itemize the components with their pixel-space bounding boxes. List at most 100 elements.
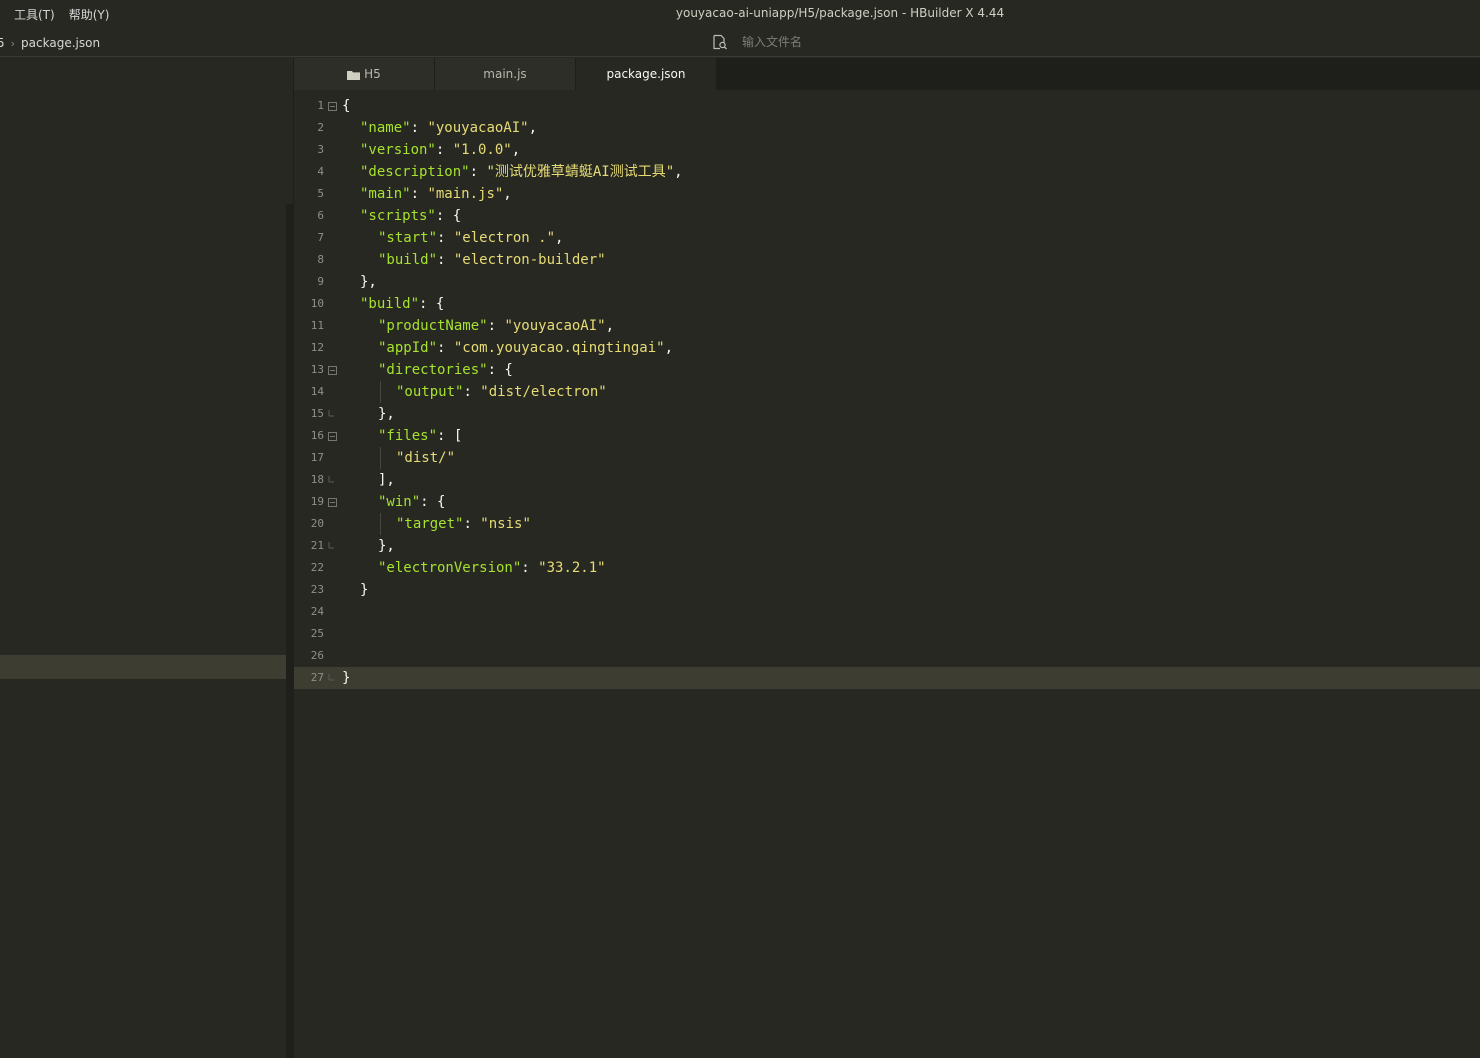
code-text: "files": [ [378, 425, 462, 447]
line-number: 16 [310, 429, 324, 442]
json-key: "win" [378, 494, 421, 510]
fold-toggle-icon[interactable] [328, 102, 337, 111]
json-punctuation: : [435, 142, 453, 158]
code-line[interactable]: 19 "win": { [294, 491, 1480, 513]
line-number: 23 [310, 583, 324, 596]
code-line[interactable]: 23} [294, 579, 1480, 601]
code-line[interactable]: 1{ [294, 95, 1480, 117]
code-text: "productName": "youyacaoAI", [378, 315, 614, 337]
code-line[interactable]: 3 "version": "1.0.0", [294, 139, 1480, 161]
json-key: "target" [396, 516, 464, 532]
code-line[interactable]: 16 "files": [ [294, 425, 1480, 447]
json-punctuation: }, [378, 406, 395, 422]
tab-h5[interactable]: H5 [294, 58, 435, 90]
line-number: 7 [317, 231, 324, 244]
code-line[interactable]: 7 "start": "electron .", [294, 227, 1480, 249]
fold-toggle-icon[interactable] [328, 366, 337, 375]
project-sidebar[interactable] [0, 58, 286, 1058]
json-punctuation: : [437, 230, 454, 246]
line-number: 18 [310, 473, 324, 486]
json-punctuation: ], [378, 472, 395, 488]
code-line[interactable]: 24 [294, 601, 1480, 623]
json-key: "start" [378, 230, 438, 246]
json-punctuation: , [511, 142, 521, 158]
json-punctuation: : [437, 340, 454, 356]
code-line[interactable]: 4 "description": "测试优雅草蜻蜓AI测试工具", [294, 161, 1480, 183]
code-text: "target": "nsis" [396, 513, 531, 535]
fold-toggle-icon[interactable] [328, 432, 337, 441]
code-text: "start": "electron .", [378, 227, 563, 249]
code-line[interactable]: 20 "target": "nsis" [294, 513, 1480, 535]
json-punctuation: }, [378, 538, 395, 554]
code-text: "description": "测试优雅草蜻蜓AI测试工具", [360, 161, 683, 183]
json-punctuation: , [555, 230, 564, 246]
json-key: "productName" [378, 318, 488, 334]
code-text: "name": "youyacaoAI", [360, 117, 537, 139]
code-text: "build": "electron-builder" [378, 249, 606, 271]
json-punctuation: }, [360, 274, 377, 290]
sidebar-splitter[interactable] [286, 204, 293, 1058]
code-line[interactable]: 9}, [294, 271, 1480, 293]
code-editor[interactable]: 1{ 2 "name": "youyacaoAI", 3 "version": "1.0… [294, 95, 1480, 689]
code-line[interactable]: 21}, [294, 535, 1480, 557]
line-number: 12 [310, 341, 324, 354]
breadcrumb-parent[interactable]: 5 [0, 36, 5, 50]
line-number: 26 [310, 649, 324, 662]
line-number: 4 [317, 165, 324, 178]
code-line[interactable]: 27} [294, 667, 1480, 689]
window-title: youyacao-ai-uniapp/H5/package.json - HBu… [675, 6, 1005, 20]
code-line[interactable]: 5 "main": "main.js", [294, 183, 1480, 205]
tab-package-json[interactable]: package.json [576, 58, 717, 90]
code-text: "electronVersion": "33.2.1" [378, 557, 606, 579]
code-text: "directories": { [378, 359, 513, 381]
line-number: 14 [310, 385, 324, 398]
tab-label: main.js [483, 67, 527, 81]
indent-guide [380, 447, 381, 469]
json-key: "scripts" [360, 208, 436, 224]
json-punctuation: , [674, 164, 683, 180]
breadcrumb-file[interactable]: package.json [21, 36, 100, 50]
code-line[interactable]: 22 "electronVersion": "33.2.1" [294, 557, 1480, 579]
json-punctuation: , [664, 340, 674, 356]
fold-end-icon [328, 674, 334, 681]
code-line[interactable]: 13 "directories": { [294, 359, 1480, 381]
fold-toggle-icon[interactable] [328, 498, 337, 507]
json-key: "output" [396, 384, 464, 400]
json-string: "electron-builder" [453, 252, 606, 268]
code-text: }, [378, 535, 395, 557]
code-line[interactable]: 11 "productName": "youyacaoAI", [294, 315, 1480, 337]
fold-end-icon [328, 542, 334, 549]
code-line[interactable]: 26 [294, 645, 1480, 667]
code-text: "output": "dist/electron" [396, 381, 607, 403]
json-punctuation: } [360, 582, 369, 598]
json-key: "files" [378, 428, 438, 444]
code-line[interactable]: 17 "dist/" [294, 447, 1480, 469]
json-punctuation: : [410, 186, 428, 202]
code-text: "main": "main.js", [360, 183, 512, 205]
search-file-icon[interactable] [712, 34, 728, 50]
json-string: "main.js" [427, 186, 504, 202]
json-key: "main" [360, 186, 411, 202]
line-number: 6 [317, 209, 324, 222]
line-number: 2 [317, 121, 324, 134]
line-number: 5 [317, 187, 324, 200]
file-search-input[interactable] [740, 34, 940, 50]
code-line[interactable]: 25 [294, 623, 1480, 645]
code-line[interactable]: 6 "scripts": { [294, 205, 1480, 227]
code-line[interactable]: 14 "output": "dist/electron" [294, 381, 1480, 403]
code-line[interactable]: 10 "build": { [294, 293, 1480, 315]
code-line[interactable]: 12 "appId": "com.youyacao.qingtingai", [294, 337, 1480, 359]
code-line[interactable]: 2 "name": "youyacaoAI", [294, 117, 1480, 139]
tab-main-js[interactable]: main.js [435, 58, 576, 90]
code-line[interactable]: 8 "build": "electron-builder" [294, 249, 1480, 271]
json-key: "build" [378, 252, 438, 268]
json-punctuation: : [487, 318, 505, 334]
json-punctuation: : { [487, 362, 513, 378]
line-number: 20 [310, 517, 324, 530]
code-line[interactable]: 18], [294, 469, 1480, 491]
file-search [712, 34, 940, 50]
code-line[interactable]: 15}, [294, 403, 1480, 425]
sidebar-selected-row[interactable] [0, 655, 286, 679]
json-string: "youyacaoAI" [504, 318, 606, 334]
json-punctuation: : [469, 164, 487, 180]
